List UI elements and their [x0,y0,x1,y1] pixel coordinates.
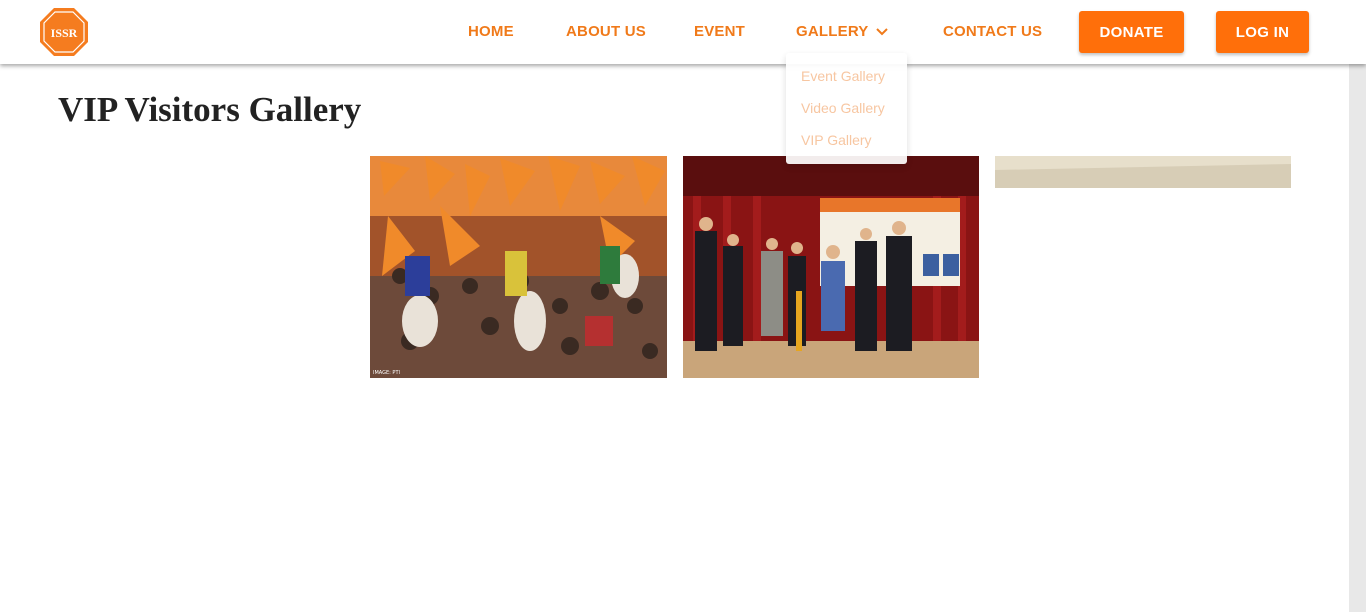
page-scrollbar[interactable] [1349,64,1366,612]
chevron-down-icon[interactable] [875,25,889,39]
logo-badge-icon: ISSR [40,8,88,56]
ceremony-photo-image [683,156,979,378]
gallery-photo-5[interactable] [58,424,354,427]
nav-home[interactable]: HOME [468,23,514,40]
top-navbar: ISSR HOME ABOUT US EVENT GALLERY CONTACT… [0,0,1366,64]
gallery-photo-4[interactable] [995,156,1291,188]
dropdown-item-video-gallery[interactable]: Video Gallery [801,100,885,116]
page-title: VIP Visitors Gallery [58,90,362,129]
gallery-photo-1[interactable] [58,155,354,157]
login-button[interactable]: LOG IN [1216,11,1309,53]
gallery-photo-3[interactable] [683,156,979,378]
gallery-photo-2[interactable]: IMAGE: PTI [370,156,667,378]
dropdown-item-vip-gallery[interactable]: VIP Gallery [801,132,872,148]
donate-button[interactable]: DONATE [1079,11,1184,53]
issr-logo[interactable]: ISSR [39,7,89,57]
nav-gallery[interactable]: GALLERY [796,23,869,40]
dropdown-item-event-gallery[interactable]: Event Gallery [801,68,885,84]
nav-event[interactable]: EVENT [694,23,745,40]
room-photo-image [995,156,1291,188]
logo-text: ISSR [51,26,78,40]
nav-about-us[interactable]: ABOUT US [566,23,646,40]
photo-watermark: IMAGE: PTI [373,370,400,376]
procession-photo-image: IMAGE: PTI [370,156,667,378]
nav-contact-us[interactable]: CONTACT US [943,23,1042,40]
gallery-dropdown-menu: Event Gallery Video Gallery VIP Gallery [786,53,907,164]
